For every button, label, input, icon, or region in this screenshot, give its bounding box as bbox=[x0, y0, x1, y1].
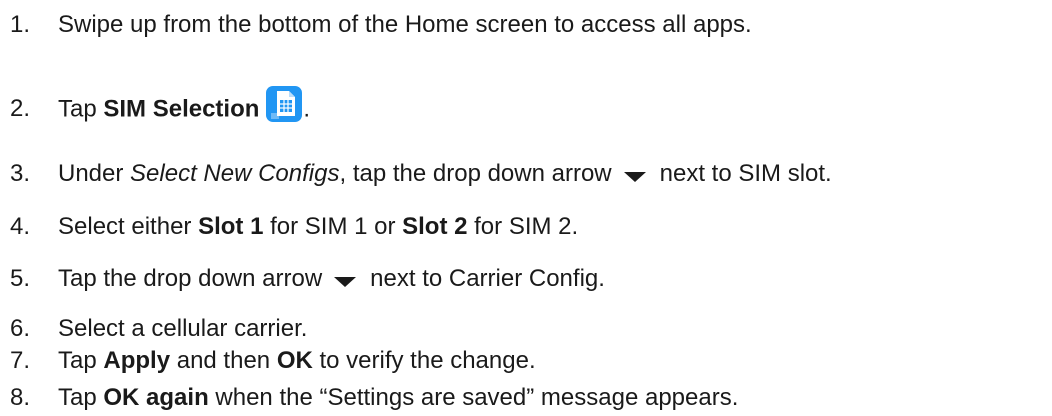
step-number: 8. bbox=[10, 384, 31, 411]
step-text: Tap the drop down arrow bbox=[58, 265, 323, 292]
step-text-end: next to Carrier Config. bbox=[370, 265, 605, 292]
step-text-end: next to SIM slot. bbox=[659, 160, 832, 187]
ok-again-label: OK again bbox=[103, 384, 209, 411]
dropdown-arrow-icon bbox=[623, 171, 646, 182]
sim-selection-app-icon bbox=[265, 85, 303, 123]
step-text: Swipe up from the bottom of the Home scr… bbox=[58, 11, 752, 38]
option-slot-1: Slot 1 bbox=[198, 213, 264, 240]
step-number: 7. bbox=[10, 347, 31, 374]
step-text-end: for SIM 2. bbox=[467, 213, 579, 240]
dropdown-arrow-icon bbox=[334, 276, 357, 287]
step-text-mid: , tap the drop down arrow bbox=[339, 160, 612, 187]
step-8: 8. Tap OK again when the “Settings are sa… bbox=[10, 383, 738, 413]
step-number: 1. bbox=[10, 11, 31, 38]
step-2: 2. Tap SIM Selection . bbox=[10, 86, 311, 123]
step-text: Tap bbox=[58, 384, 104, 411]
step-text: Select a cellular carrier. bbox=[58, 315, 308, 342]
section-name: Select New Configs bbox=[130, 160, 340, 187]
ok-label: OK bbox=[276, 347, 313, 374]
step-number: 4. bbox=[10, 213, 31, 240]
step-number: 2. bbox=[10, 95, 31, 123]
step-number: 3. bbox=[10, 160, 31, 187]
step-3: 3. Under Select New Configs, tap the drop… bbox=[10, 159, 832, 189]
step-text: Tap bbox=[58, 347, 104, 374]
apply-label: Apply bbox=[103, 347, 171, 374]
step-6: 6. Select a cellular carrier. bbox=[10, 314, 307, 344]
step-7: 7. Tap Apply and then OK to verify the ch… bbox=[10, 346, 536, 376]
step-number: 6. bbox=[10, 315, 31, 342]
step-text: Under bbox=[58, 160, 131, 187]
step-text-mid: for SIM 1 or bbox=[263, 213, 403, 240]
step-text-end: when the “Settings are saved” message ap… bbox=[208, 384, 739, 411]
step-text: Tap bbox=[58, 95, 104, 123]
step-text-end: . bbox=[303, 95, 311, 123]
app-name: SIM Selection bbox=[103, 95, 260, 123]
step-text-mid: and then bbox=[170, 347, 277, 374]
step-number: 5. bbox=[10, 265, 31, 292]
step-4: 4. Select either Slot 1 for SIM 1 or Slot… bbox=[10, 212, 578, 242]
step-text: Select either bbox=[58, 213, 199, 240]
option-slot-2: Slot 2 bbox=[402, 213, 468, 240]
step-1: 1. Swipe up from the bottom of the Home s… bbox=[10, 10, 752, 40]
step-5: 5. Tap the drop down arrow next to Carrier… bbox=[10, 264, 605, 294]
step-text-end: to verify the change. bbox=[312, 347, 536, 374]
